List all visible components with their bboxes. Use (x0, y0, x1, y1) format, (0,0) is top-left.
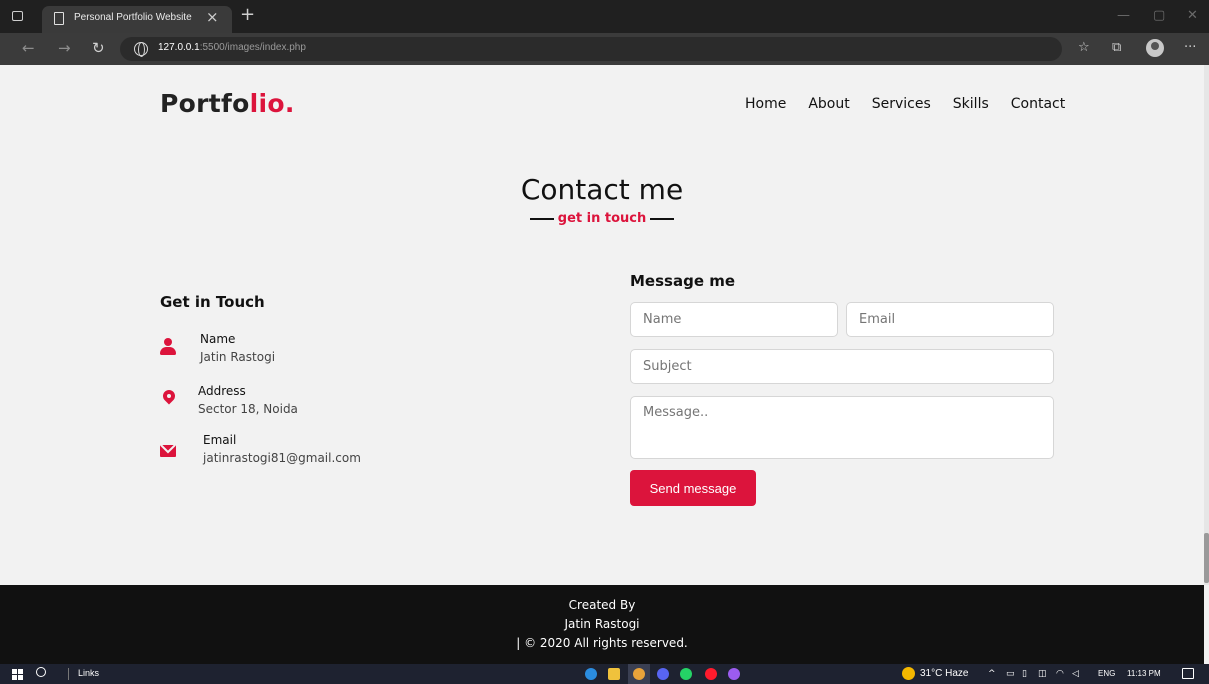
chevron-up-icon[interactable]: ^ (988, 669, 996, 679)
battery-icon[interactable]: ▯ (1022, 669, 1027, 679)
message-textarea[interactable] (630, 396, 1054, 459)
volume-icon[interactable]: ◁ (1072, 669, 1079, 679)
nav-home[interactable]: Home (745, 96, 786, 112)
info-email-label: Email (203, 433, 237, 447)
weather-icon[interactable] (902, 667, 915, 680)
address-bar: ← → ↻ 127.0.0.1:5500/images/index.php ☆ … (0, 33, 1209, 65)
refresh-icon[interactable]: ↻ (92, 39, 105, 57)
nav-contact[interactable]: Contact (1011, 96, 1065, 112)
message-me-heading: Message me (630, 272, 736, 290)
browser-tab-bar: Personal Portfolio Website × + — ▢ ✕ (0, 0, 1209, 33)
clock[interactable]: 11:13 PM (1127, 669, 1161, 678)
browser-tab[interactable]: Personal Portfolio Website × (42, 6, 232, 33)
scrollbar-thumb[interactable] (1204, 533, 1209, 583)
back-icon[interactable]: ← (22, 39, 35, 57)
footer-author: Jatin Rastogi (564, 617, 640, 631)
file-explorer-icon[interactable] (608, 668, 620, 680)
chrome-icon[interactable] (633, 668, 645, 680)
new-tab-button[interactable]: + (240, 6, 255, 24)
url-text: 127.0.0.1:5500/images/index.php (158, 42, 306, 53)
page-icon (54, 12, 64, 25)
network-icon[interactable]: ◫ (1038, 669, 1047, 679)
app-icon[interactable] (728, 668, 740, 680)
site-footer: Created By Jatin Rastogi | © 2020 All ri… (0, 585, 1204, 664)
tray-icon[interactable]: ▭ (1006, 669, 1015, 679)
collections-icon[interactable]: ⧉ (1112, 40, 1121, 55)
profile-icon[interactable] (1146, 39, 1164, 57)
more-options-icon[interactable]: ··· (1184, 40, 1196, 55)
send-message-button[interactable]: Send message (630, 470, 756, 506)
discord-icon[interactable] (657, 668, 669, 680)
forward-icon[interactable]: → (58, 39, 71, 57)
whatsapp-icon[interactable] (680, 668, 692, 680)
url-input[interactable]: 127.0.0.1:5500/images/index.php (120, 37, 1062, 61)
opera-icon[interactable] (705, 668, 717, 680)
envelope-icon (160, 445, 176, 457)
info-email-value: jatinrastogi81@gmail.com (203, 451, 361, 465)
email-input[interactable] (846, 302, 1054, 337)
footer-copyright: | © 2020 All rights reserved. (516, 636, 688, 650)
map-marker-icon (160, 387, 178, 408)
edge-icon[interactable] (585, 668, 597, 680)
nav-skills[interactable]: Skills (953, 96, 989, 112)
info-address-label: Address (198, 384, 246, 398)
page-scrollbar[interactable] (1204, 65, 1209, 585)
globe-icon (134, 42, 148, 57)
name-input[interactable] (630, 302, 838, 337)
maximize-icon[interactable]: ▢ (1153, 8, 1165, 23)
favorites-icon[interactable]: ☆ (1078, 40, 1090, 55)
nav-about[interactable]: About (808, 96, 849, 112)
tab-close-button[interactable]: × (206, 8, 219, 26)
subject-input[interactable] (630, 349, 1054, 384)
nav-services[interactable]: Services (872, 96, 931, 112)
search-icon[interactable] (36, 667, 46, 677)
taskbar-separator (68, 668, 69, 680)
footer-created-by: Created By (568, 598, 636, 612)
divider-right (650, 217, 675, 220)
language-indicator[interactable]: ENG (1098, 669, 1115, 678)
get-in-touch-heading: Get in Touch (160, 293, 265, 311)
minimize-icon[interactable]: — (1117, 8, 1130, 23)
notification-icon[interactable] (1182, 668, 1194, 679)
info-name-label: Name (200, 332, 236, 346)
info-address-value: Sector 18, Noida (198, 402, 298, 416)
close-window-icon[interactable]: ✕ (1187, 8, 1198, 23)
section-subtitle: get in touch (0, 211, 1204, 226)
tab-title: Personal Portfolio Website (74, 12, 192, 23)
page-content: Portfolio. Home About Services Skills Co… (0, 65, 1204, 585)
section-title: Contact me (520, 173, 684, 206)
site-logo[interactable]: Portfolio. (160, 89, 295, 118)
info-name-value: Jatin Rastogi (200, 350, 276, 364)
weather-text[interactable]: 31°C Haze (920, 668, 968, 679)
divider-left (529, 217, 554, 220)
tab-actions-icon[interactable] (12, 11, 23, 21)
person-icon (160, 338, 176, 356)
windows-start-icon[interactable] (12, 669, 23, 680)
main-nav: Home About Services Skills Contact (745, 96, 1087, 112)
wifi-icon[interactable]: ◠ (1056, 669, 1064, 679)
windows-taskbar: Links 31°C Haze ^ ▭ ▯ ◫ ◠ ◁ ENG 11:13 PM (0, 664, 1209, 684)
links-toolbar[interactable]: Links (78, 668, 99, 678)
